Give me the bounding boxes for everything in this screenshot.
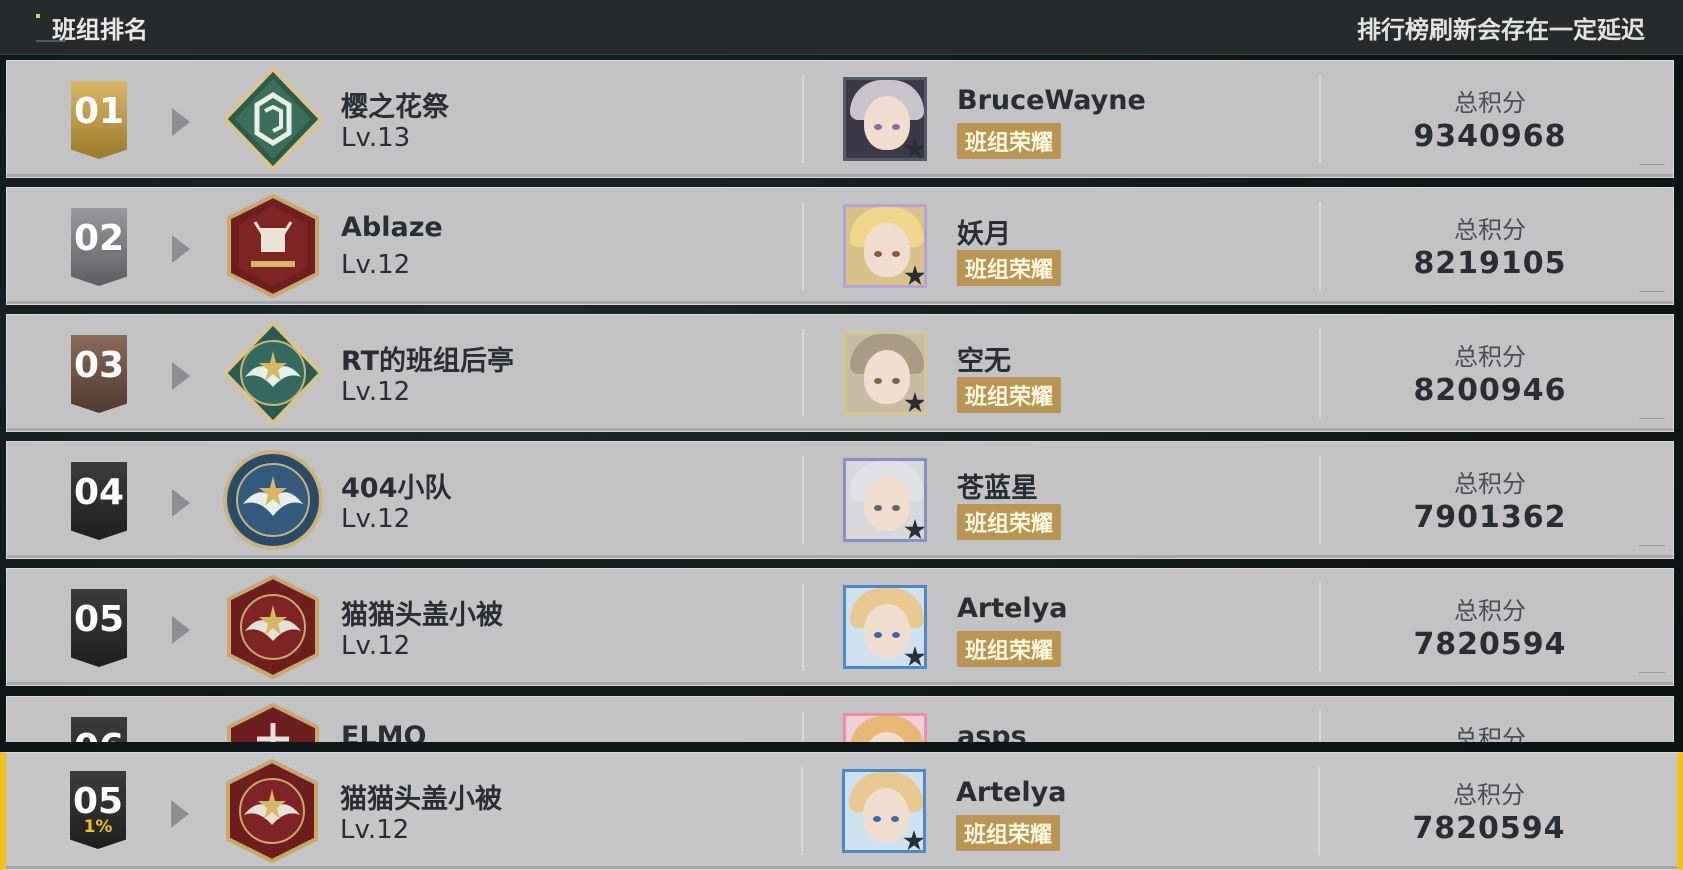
team-name: ELMO xyxy=(341,721,427,742)
score-label: 总积分 xyxy=(1454,343,1526,371)
leaderboard-row[interactable]: 01 樱之花祭 Lv.13 BruceWayne 班组荣耀 总积分 934096… xyxy=(6,60,1674,178)
chevron-right-icon[interactable] xyxy=(172,108,190,136)
column-divider xyxy=(802,202,804,290)
star-icon xyxy=(904,138,924,158)
page-title: 班组排名 xyxy=(52,16,148,44)
column-divider xyxy=(802,75,804,163)
team-level: Lv.12 xyxy=(341,504,411,534)
team-emblem-icon xyxy=(222,321,324,425)
team-name: 猫猫头盖小被 xyxy=(341,600,503,631)
honor-badge: 班组荣耀 xyxy=(957,504,1062,540)
team-level: Lv.12 xyxy=(341,631,411,661)
player-name: BruceWayne xyxy=(957,85,1146,116)
chevron-right-icon[interactable] xyxy=(172,362,190,390)
leaderboard-header: 班组排名 排行榜刷新会存在一定延迟 xyxy=(0,0,1683,55)
player-avatar[interactable] xyxy=(843,77,927,161)
score-label: 总积分 xyxy=(1454,597,1526,625)
score-value: 9340968 xyxy=(1413,119,1567,154)
my-team-ranking[interactable]: 05 1% 猫猫头盖小被 Lv.12 Artelya 班组荣耀 总积分 7820… xyxy=(0,752,1683,870)
team-name: 猫猫头盖小被 xyxy=(340,784,502,815)
score-label: 总积分 xyxy=(1454,89,1526,117)
star-icon xyxy=(904,392,924,412)
team-level: Lv.12 xyxy=(341,377,411,407)
honor-badge: 班组荣耀 xyxy=(957,631,1062,667)
rank-percentile: 1% xyxy=(83,817,113,837)
column-divider xyxy=(802,711,804,742)
corner-decoration xyxy=(1639,418,1665,425)
rank-number: 05 xyxy=(72,781,124,822)
score-value: 7820594 xyxy=(1413,627,1567,662)
rank-badge: 03 xyxy=(71,335,127,413)
rank-badge: 02 xyxy=(71,208,127,286)
honor-badge: 班组荣耀 xyxy=(957,377,1062,413)
score-value: 8219105 xyxy=(1413,246,1567,281)
score-label: 总积分 xyxy=(1454,470,1526,498)
star-icon xyxy=(903,830,923,850)
score-value: 8200946 xyxy=(1413,373,1567,408)
rank-badge: 06 xyxy=(71,717,127,742)
column-divider xyxy=(802,456,804,544)
header-accent-mark xyxy=(36,14,40,18)
star-icon xyxy=(904,646,924,666)
chevron-right-icon[interactable] xyxy=(172,489,190,517)
corner-decoration xyxy=(1639,164,1665,171)
star-icon xyxy=(904,265,924,285)
honor-badge: 班组荣耀 xyxy=(956,815,1061,851)
team-level: Lv.13 xyxy=(341,123,411,153)
leaderboard-row[interactable]: 06 ELMO asps 总积分 xyxy=(6,696,1674,742)
honor-badge: 班组荣耀 xyxy=(957,250,1062,286)
player-name: Artelya xyxy=(956,777,1067,808)
player-avatar[interactable] xyxy=(842,769,926,853)
rank-badge: 05 1% xyxy=(70,771,126,849)
player-name: 妖月 xyxy=(957,219,1011,250)
chevron-right-icon[interactable] xyxy=(172,235,190,263)
team-level: Lv.12 xyxy=(341,250,411,280)
player-name: asps xyxy=(957,721,1027,742)
team-level: Lv.12 xyxy=(340,815,410,845)
column-divider xyxy=(802,329,804,417)
team-name: 404小队 xyxy=(341,473,452,504)
leaderboard-row[interactable]: 04 404小队 Lv.12 苍蓝星 班组荣耀 总积分 7901362 xyxy=(6,441,1674,559)
team-name: Ablaze xyxy=(341,212,443,243)
rank-badge: 04 xyxy=(71,462,127,540)
player-avatar[interactable] xyxy=(843,585,927,669)
team-emblem-icon xyxy=(227,575,319,679)
score-value: 7820594 xyxy=(1412,811,1566,846)
team-emblem-icon xyxy=(222,67,324,171)
player-avatar[interactable] xyxy=(843,458,927,542)
player-avatar[interactable] xyxy=(843,331,927,415)
leaderboard-row[interactable]: 02 Ablaze Lv.12 妖月 班组荣耀 总积分 8219105 xyxy=(6,187,1674,305)
player-name: 空无 xyxy=(957,346,1011,377)
score-label: 总积分 xyxy=(1454,216,1526,244)
column-divider xyxy=(801,767,803,855)
player-name: 苍蓝星 xyxy=(957,473,1038,504)
score-value: 7901362 xyxy=(1413,500,1567,535)
team-emblem-icon xyxy=(226,759,318,863)
leaderboard-row[interactable]: 03 RT的班组后亭 Lv.12 空无 班组荣耀 总积分 8200946 xyxy=(6,314,1674,432)
star-icon xyxy=(904,519,924,539)
corner-decoration xyxy=(1639,545,1665,552)
score-label: 总积分 xyxy=(1454,725,1526,742)
team-emblem-icon xyxy=(227,703,319,742)
chevron-right-icon[interactable] xyxy=(172,616,190,644)
team-emblem-icon xyxy=(223,450,323,550)
refresh-delay-notice: 排行榜刷新会存在一定延迟 xyxy=(1357,16,1645,44)
chevron-right-icon[interactable] xyxy=(171,800,189,828)
column-divider xyxy=(802,583,804,671)
player-name: Artelya xyxy=(957,593,1068,624)
team-name: RT的班组后亭 xyxy=(341,346,514,377)
rank-badge: 01 xyxy=(71,81,127,159)
score-label: 总积分 xyxy=(1453,781,1525,809)
leaderboard-row[interactable]: 05 猫猫头盖小被 Lv.12 Artelya 班组荣耀 总积分 7820594 xyxy=(6,568,1674,686)
leaderboard-list[interactable]: 01 樱之花祭 Lv.13 BruceWayne 班组荣耀 总积分 934096… xyxy=(0,60,1683,742)
team-name: 樱之花祭 xyxy=(341,92,449,123)
player-avatar[interactable] xyxy=(843,204,927,288)
my-team-row[interactable]: 05 1% 猫猫头盖小被 Lv.12 Artelya 班组荣耀 总积分 7820… xyxy=(0,752,1683,870)
rank-badge: 05 xyxy=(71,589,127,667)
corner-decoration xyxy=(1639,291,1665,298)
corner-decoration xyxy=(1639,672,1665,679)
player-avatar[interactable] xyxy=(843,713,927,742)
team-emblem-icon xyxy=(227,194,319,298)
honor-badge: 班组荣耀 xyxy=(957,123,1062,159)
